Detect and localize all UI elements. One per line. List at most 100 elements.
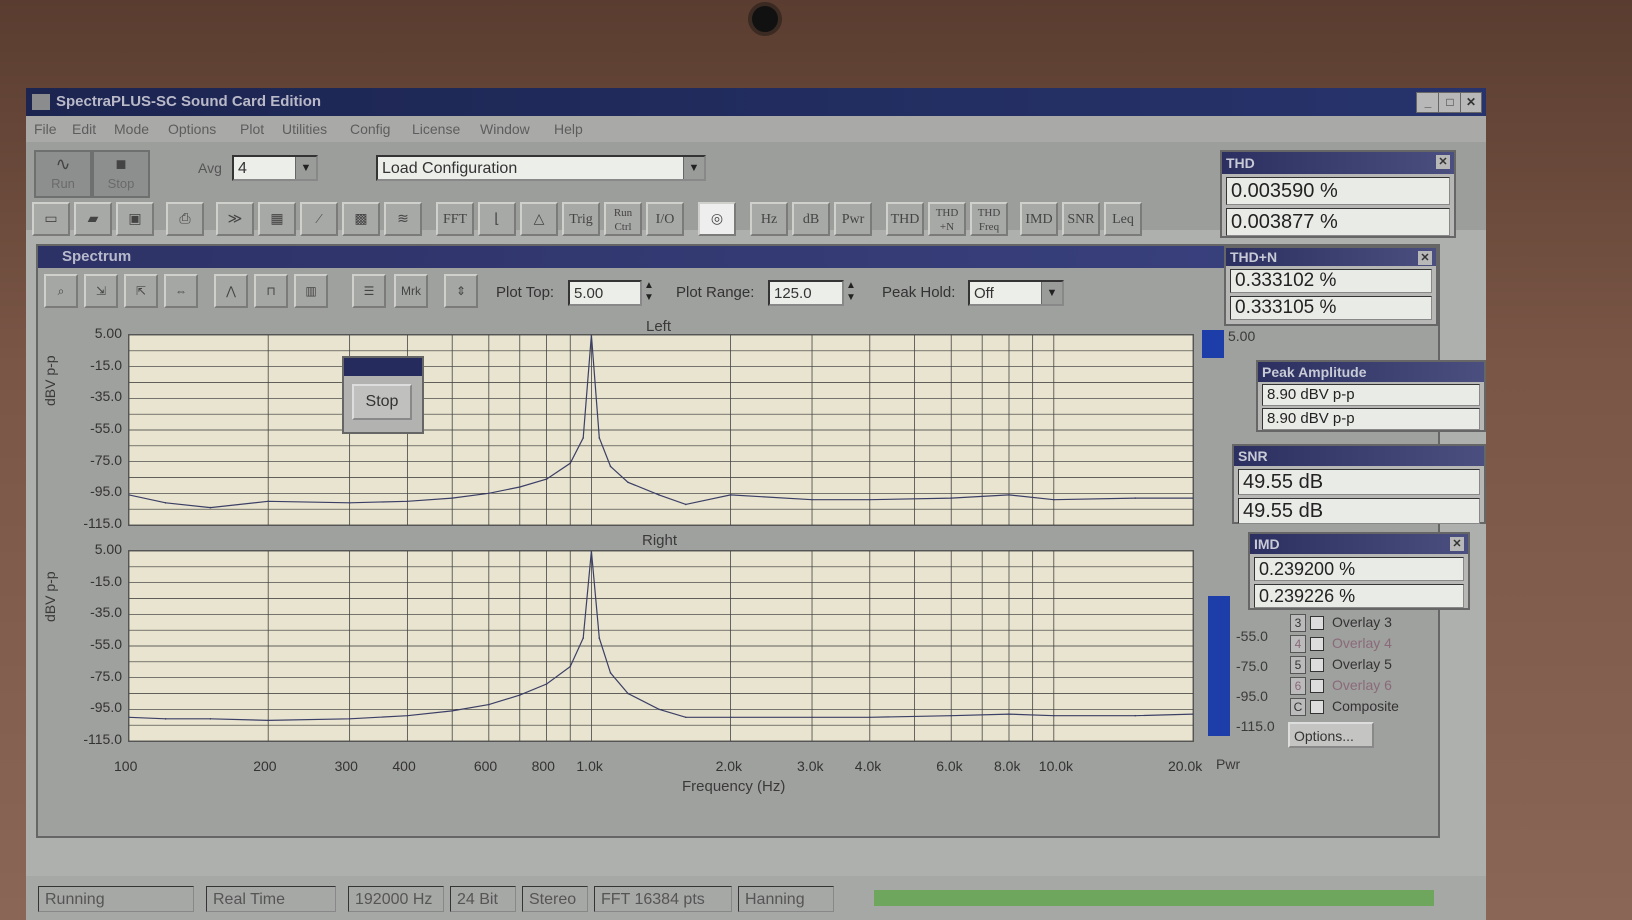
- plot-top-spinner[interactable]: ▲ ▼: [644, 280, 654, 304]
- thdn-value-right: 0.333105 %: [1230, 296, 1432, 320]
- scope-icon[interactable]: ⌊: [478, 202, 516, 236]
- pwr-button[interactable]: Pwr: [834, 202, 872, 236]
- menu-edit[interactable]: Edit: [72, 121, 96, 137]
- list-icon[interactable]: ☰: [352, 274, 386, 308]
- spectrogram-icon[interactable]: ▩: [342, 202, 380, 236]
- zoom-full-icon[interactable]: ⇔: [164, 274, 198, 308]
- right-data-point: [590, 551, 593, 552]
- overlay-row[interactable]: 3 Overlay 3: [1290, 614, 1392, 632]
- zoom-icon[interactable]: ⌕: [44, 274, 78, 308]
- spectrum-title: Spectrum: [62, 248, 132, 265]
- overlay-checkbox[interactable]: [1310, 637, 1324, 652]
- plot-range-input[interactable]: 125.0: [768, 280, 844, 306]
- status-window: Hanning: [738, 886, 834, 912]
- chevron-down-icon[interactable]: ▼: [683, 157, 704, 179]
- left-data-point: [129, 494, 130, 496]
- x-tick-label: 10.0k: [1038, 758, 1074, 774]
- waveform-icon[interactable]: ≫: [216, 202, 254, 236]
- menu-file[interactable]: File: [34, 121, 57, 137]
- left-spectrum-plot[interactable]: [128, 334, 1194, 526]
- overlay-row[interactable]: C Composite: [1290, 698, 1399, 716]
- menu-license[interactable]: License: [412, 121, 460, 137]
- new-file-icon[interactable]: ▭: [32, 202, 70, 236]
- menu-bar: File Edit Mode Options Plot Utilities Co…: [26, 116, 1486, 142]
- overlay-checkbox[interactable]: [1310, 616, 1324, 631]
- spectrum-icon[interactable]: ▦: [258, 202, 296, 236]
- open-folder-icon[interactable]: ▰: [74, 202, 112, 236]
- right-spectrum-plot[interactable]: [128, 550, 1194, 742]
- right-data-point: [129, 716, 130, 719]
- plot-range-spinner[interactable]: ▲ ▼: [846, 280, 856, 304]
- save-icon[interactable]: ▣: [116, 202, 154, 236]
- stop-button[interactable]: ■ Stop: [92, 150, 150, 198]
- overlay-checkbox[interactable]: [1310, 700, 1324, 715]
- plot-top-label: Plot Top:: [496, 284, 555, 301]
- popup-stop-button[interactable]: Stop: [352, 384, 412, 420]
- menu-config[interactable]: Config: [350, 121, 390, 137]
- chevron-down-icon[interactable]: ▼: [295, 157, 316, 179]
- marker-button[interactable]: Mrk: [394, 274, 428, 308]
- imd-button[interactable]: IMD: [1020, 202, 1058, 236]
- left-y-tick-label: 5.00: [94, 325, 122, 341]
- fft-button[interactable]: FFT: [436, 202, 474, 236]
- overlay-row[interactable]: 4 Overlay 4: [1290, 635, 1392, 653]
- run-button[interactable]: ∿ Run: [34, 150, 92, 198]
- configuration-select[interactable]: Load Configuration ▼: [376, 155, 706, 181]
- scale-icon[interactable]: ⇕: [444, 274, 478, 308]
- thd-title: THD: [1226, 155, 1255, 171]
- zoom-out-x-icon[interactable]: ⇱: [124, 274, 158, 308]
- print-icon[interactable]: ⎙: [166, 202, 204, 236]
- right-y-tick-label: 5.00: [94, 541, 122, 557]
- thd-button[interactable]: THD: [886, 202, 924, 236]
- menu-help[interactable]: Help: [554, 121, 583, 137]
- io-button[interactable]: I/O: [646, 202, 684, 236]
- right-data-point: [1053, 714, 1055, 717]
- db-button[interactable]: dB: [792, 202, 830, 236]
- close-icon[interactable]: ✕: [1418, 251, 1432, 265]
- x-tick-label: 8.0k: [993, 758, 1021, 774]
- 3d-surface-icon[interactable]: ≋: [384, 202, 422, 236]
- options-button[interactable]: Options...: [1288, 722, 1374, 748]
- line-plot-icon[interactable]: ⋀: [214, 274, 248, 308]
- hz-button[interactable]: Hz: [750, 202, 788, 236]
- signal-generator-icon[interactable]: ◎: [698, 202, 736, 236]
- trig-button[interactable]: Trig: [562, 202, 600, 236]
- close-icon[interactable]: ✕: [1460, 92, 1482, 113]
- left-y-tick-label: -95.0: [90, 483, 122, 500]
- menu-mode[interactable]: Mode: [114, 121, 149, 137]
- snr-button[interactable]: SNR: [1062, 202, 1100, 236]
- bar-plot-icon[interactable]: ▥: [294, 274, 328, 308]
- close-icon[interactable]: ✕: [1436, 155, 1450, 169]
- phase-icon[interactable]: ⁄: [300, 202, 338, 236]
- avg-select[interactable]: 4 ▼: [232, 155, 318, 181]
- x-tick-label: 1.0k: [576, 758, 603, 774]
- thdn-button[interactable]: THD +N: [928, 202, 966, 236]
- run-ctrl-button[interactable]: Run Ctrl: [604, 202, 642, 236]
- chevron-down-icon[interactable]: ▼: [1041, 282, 1062, 304]
- plot-top-input[interactable]: 5.00: [568, 280, 642, 306]
- overlay-checkbox[interactable]: [1310, 679, 1324, 694]
- thd-freq-button[interactable]: THD Freq: [970, 202, 1008, 236]
- bell-icon[interactable]: △: [520, 202, 558, 236]
- overlay-label: Composite: [1332, 698, 1399, 714]
- overlay-number: C: [1290, 698, 1306, 716]
- overlay-checkbox[interactable]: [1310, 658, 1324, 673]
- minimize-icon[interactable]: _: [1416, 92, 1440, 113]
- overlay-row[interactable]: 5 Overlay 5: [1290, 656, 1392, 674]
- close-icon[interactable]: ✕: [1450, 537, 1464, 551]
- maximize-icon[interactable]: □: [1438, 92, 1462, 113]
- overlay-label: Overlay 6: [1332, 677, 1392, 693]
- right-data-point: [582, 637, 585, 639]
- leq-button[interactable]: Leq: [1104, 202, 1142, 236]
- menu-plot[interactable]: Plot: [240, 121, 264, 137]
- step-plot-icon[interactable]: ⊓: [254, 274, 288, 308]
- peak-amplitude-title: Peak Amplitude: [1262, 364, 1367, 380]
- zoom-x-icon[interactable]: ⇲: [84, 274, 118, 308]
- x-tick-label: 2.0k: [715, 758, 743, 774]
- menu-window[interactable]: Window: [480, 121, 530, 137]
- peak-hold-select[interactable]: Off ▼: [968, 280, 1064, 306]
- overlay-row[interactable]: 6 Overlay 6: [1290, 677, 1392, 695]
- menu-utilities[interactable]: Utilities: [282, 121, 327, 137]
- right-data-point: [658, 708, 660, 711]
- menu-options[interactable]: Options: [168, 121, 216, 137]
